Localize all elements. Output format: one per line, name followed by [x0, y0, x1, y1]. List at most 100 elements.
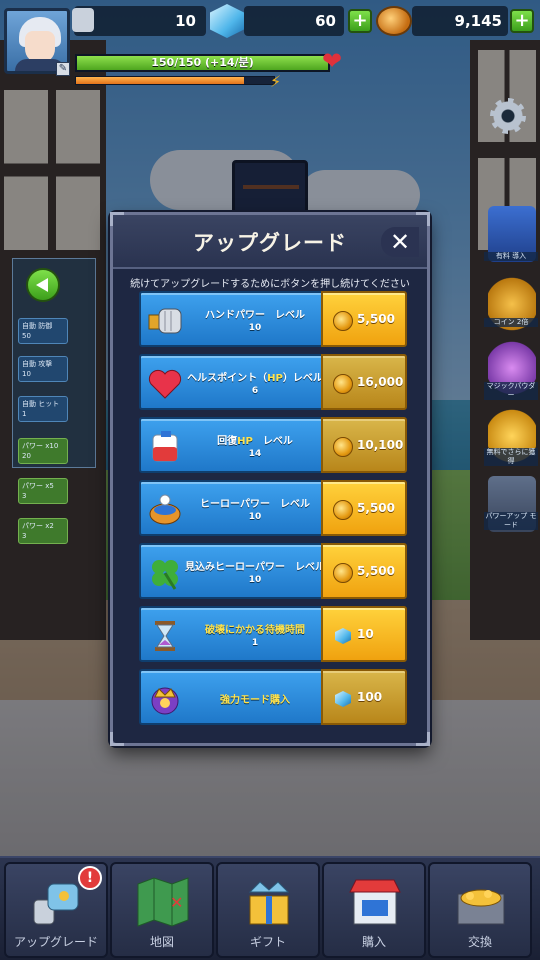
upgrade-info[interactable]: 破壊にかかる待機時間 1	[139, 606, 323, 662]
edit-profile-icon[interactable]: ✎	[56, 62, 70, 76]
attempts-value: 10	[175, 12, 196, 30]
row-level: 10	[248, 575, 262, 585]
upgrade-info[interactable]: 回復HP レベル 14	[139, 417, 323, 473]
add-coins-button[interactable]: +	[510, 9, 534, 33]
map-icon: ✕	[137, 877, 189, 927]
gem-counter: 60	[244, 6, 344, 36]
cost-value: 5,500	[357, 312, 395, 326]
cost-value: 5,500	[357, 564, 395, 578]
coin-stack-icon	[376, 6, 412, 36]
upgrade-info[interactable]: ハンドパワー レベル 10	[139, 291, 323, 347]
cost-value: 100	[357, 690, 383, 704]
upgrade-row-hero-power[interactable]: ヒーローパワー レベル 10 5,500	[139, 480, 407, 536]
row-name: 回復HP レベル	[217, 436, 293, 447]
buy-button[interactable]: 5,500	[321, 543, 407, 599]
upgrade-row-health-points[interactable]: ヘルスポイント（HP）レベル 6 16,000	[139, 354, 407, 410]
row-level: 1	[251, 638, 259, 648]
side-tile[interactable]: パワー x5 3	[18, 478, 68, 504]
cost-value: 10,100	[357, 438, 404, 452]
row-name: 見込みヒーローパワー レベル	[185, 562, 325, 573]
cost-value: 5,500	[357, 501, 395, 515]
shop-icon	[349, 879, 401, 925]
buy-button[interactable]: 100	[321, 669, 407, 725]
nav-exchange[interactable]: 交換	[428, 862, 532, 958]
coin-icon	[333, 437, 353, 457]
crown-icon	[151, 687, 179, 715]
attempts-counter: 10	[72, 6, 206, 36]
side-tile[interactable]: パワー x10 20	[18, 438, 68, 464]
gem-icon	[335, 691, 351, 707]
nav-gift[interactable]: ギフト	[216, 862, 320, 958]
right-item-label: コイン 2倍	[484, 318, 538, 327]
svg-text:✕: ✕	[170, 893, 183, 912]
buy-button[interactable]: 5,500	[321, 291, 407, 347]
upgrade-row-recovery-hp[interactable]: 回復HP レベル 14 10,100	[139, 417, 407, 473]
alert-badge: !	[78, 866, 102, 890]
gift-icon	[248, 881, 290, 925]
gem-value: 60	[315, 12, 336, 30]
side-tile[interactable]: 自動 防御 50	[18, 318, 68, 344]
right-item-label: パワーアップ モード	[484, 512, 538, 530]
row-name: ハンドパワー レベル	[205, 310, 305, 321]
coin-counter: 9,145	[412, 6, 508, 36]
nav-shop[interactable]: 購入	[322, 862, 426, 958]
gauntlet-icon	[33, 883, 79, 925]
upgrade-modal: アップグレード ✕ 続けてアップグレードするためにボタンを押し続けてください ハ…	[110, 212, 430, 746]
side-tile[interactable]: 自動 ヒット 1	[18, 396, 68, 422]
side-tile[interactable]: パワー x2 3	[18, 518, 68, 544]
nav-map[interactable]: ✕ 地図	[110, 862, 214, 958]
upgrade-row-hand-power[interactable]: ハンドパワー レベル 10 5,500	[139, 291, 407, 347]
nav-label: アップグレード	[13, 935, 98, 949]
heart-icon	[148, 369, 182, 399]
right-item-label: 無料でさらに獲得	[484, 448, 538, 466]
upgrade-row-potential-hero-power[interactable]: 見込みヒーローパワー レベル 10 5,500	[139, 543, 407, 599]
row-name: ヘルスポイント（HP）レベル	[187, 373, 323, 384]
cost-value: 16,000	[357, 375, 404, 389]
fist-icon	[148, 308, 182, 334]
clover-icon	[152, 560, 178, 590]
coin-value: 9,145	[454, 12, 502, 30]
coin-icon	[333, 311, 353, 331]
bowl-icon	[149, 494, 181, 525]
upgrade-info[interactable]: ヘルスポイント（HP）レベル 6	[139, 354, 323, 410]
add-gems-button[interactable]: +	[348, 9, 372, 33]
buy-button[interactable]: 10	[321, 606, 407, 662]
coin-icon	[333, 500, 353, 520]
buy-button[interactable]: 5,500	[321, 480, 407, 536]
row-name: ヒーローパワー レベル	[200, 499, 310, 510]
row-level: 6	[251, 386, 259, 396]
upgrade-row-destroy-wait-time[interactable]: 破壊にかかる待機時間 1 10	[139, 606, 407, 662]
side-tile[interactable]: 自動 攻撃 10	[18, 356, 68, 382]
close-icon: ✕	[389, 228, 411, 256]
row-name: 強力モード購入	[220, 695, 290, 706]
gem-icon	[335, 628, 351, 644]
back-arrow-button[interactable]	[26, 268, 60, 302]
row-level: 14	[248, 449, 262, 459]
hourglass-icon	[155, 621, 175, 651]
upgrade-info[interactable]: 強力モード購入	[139, 669, 323, 725]
modal-header: アップグレード ✕	[113, 215, 427, 269]
heart-icon: ❤	[322, 47, 343, 75]
energy-bar	[75, 76, 275, 85]
settings-gear-icon[interactable]	[490, 98, 526, 134]
hp-text: 150/150 (+14/분)	[151, 56, 254, 69]
lightning-icon: ⚡	[270, 72, 282, 91]
coin-icon	[333, 374, 353, 394]
upgrade-row-power-mode[interactable]: 強力モード購入 100	[139, 669, 407, 725]
bottom-nav: アップグレード ! ✕ 地図 ギフト 購入 交換	[0, 856, 540, 960]
close-button[interactable]: ✕	[381, 227, 419, 257]
energy-bar-fill	[76, 77, 245, 84]
coin-icon	[333, 563, 353, 583]
modal-title: アップグレード	[193, 231, 347, 255]
row-level: 10	[248, 512, 262, 522]
buy-button[interactable]: 10,100	[321, 417, 407, 473]
nav-label: 地図	[149, 935, 174, 949]
hp-bar: 150/150 (+14/분)	[75, 54, 330, 72]
buy-button[interactable]: 16,000	[321, 354, 407, 410]
nav-upgrade[interactable]: アップグレード !	[4, 862, 108, 958]
upgrade-info[interactable]: 見込みヒーローパワー レベル 10	[139, 543, 325, 599]
nav-label: 交換	[467, 935, 492, 949]
modal-hint: 続けてアップグレードするためにボタンを押し続けてください	[130, 279, 410, 290]
nav-label: ギフト	[249, 935, 286, 949]
upgrade-info[interactable]: ヒーローパワー レベル 10	[139, 480, 323, 536]
